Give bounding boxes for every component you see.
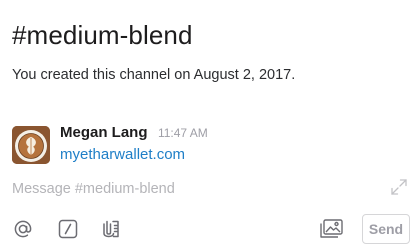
message-input[interactable]: Message #medium-blend xyxy=(12,181,175,197)
latte-art-avatar-icon xyxy=(12,126,50,164)
channel-title: #medium-blend xyxy=(12,20,193,50)
message-item: Megan Lang 11:47 AM myetharwallet.com xyxy=(12,124,408,170)
expand-arrows-icon[interactable] xyxy=(390,178,408,196)
image-upload-icon[interactable] xyxy=(318,218,344,240)
at-mention-icon[interactable] xyxy=(12,218,34,240)
attach-file-icon[interactable] xyxy=(100,218,122,240)
avatar[interactable] xyxy=(12,126,50,164)
send-button[interactable]: Send xyxy=(362,214,410,244)
message-header: Megan Lang 11:47 AM xyxy=(60,124,208,142)
sender-name[interactable]: Megan Lang xyxy=(60,124,148,141)
channel-intro-text: You created this channel on August 2, 20… xyxy=(12,67,296,83)
slash-command-icon[interactable] xyxy=(57,218,79,240)
message-link[interactable]: myetharwallet.com xyxy=(60,146,185,163)
message-timestamp[interactable]: 11:47 AM xyxy=(158,126,208,140)
